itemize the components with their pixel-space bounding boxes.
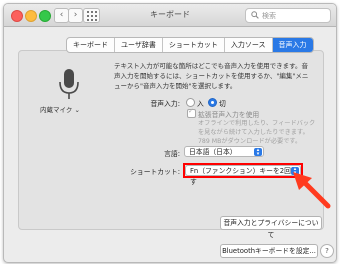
tab-input-sources[interactable]: 入力ソース [225, 38, 273, 52]
language-popup[interactable]: 日本語（日本） ▴ ▾ [184, 146, 264, 157]
tab-keyboard[interactable]: キーボード [67, 38, 115, 52]
help-button[interactable]: ? [320, 244, 334, 258]
bluetooth-keyboard-button[interactable]: Bluetoothキーボードを設定... [220, 244, 318, 258]
preferences-window: ‹ › キーボード 検索 キーボード ユーザ辞書 ショートカット 入力ソース 音… [3, 3, 337, 263]
tab-bar: キーボード ユーザ辞書 ショートカット 入力ソース 音声入力 [66, 37, 314, 53]
shortcut-label: ショートカット: [130, 168, 180, 176]
tab-shortcuts[interactable]: ショートカット [163, 38, 225, 52]
search-icon [251, 11, 259, 19]
enhanced-dictation-checkbox[interactable] [187, 107, 196, 118]
dictation-off-radio[interactable] [208, 98, 217, 107]
tab-user-dictionary[interactable]: ユーザ辞書 [115, 38, 163, 52]
microphone-selector[interactable]: 内蔵マイク ⌄ [40, 104, 80, 114]
tab-dictation[interactable]: 音声入力 [272, 38, 313, 52]
language-label: 言語: [164, 150, 180, 158]
dictation-label: 音声入力: [150, 100, 180, 108]
dictation-off-label: 切 [219, 100, 226, 108]
popup-arrows-icon: ▴▾ [254, 148, 262, 157]
enhanced-dictation-description: オフラインで利用したり、フィードバックを見ながら続けて入力したりできます。789… [198, 120, 316, 145]
enhanced-dictation-label: 拡張音声入力を使用 [198, 111, 260, 119]
microphone-label: 内蔵マイク [40, 106, 73, 114]
microphone-icon [59, 69, 79, 99]
dictation-on-label: 入 [197, 100, 204, 108]
search-field[interactable]: 検索 [245, 8, 331, 23]
title-bar: ‹ › キーボード 検索 [4, 4, 336, 27]
dictation-description: テキスト入力が可能な箇所はどこでも音声入力を使用できます。音声入力を開始するには… [114, 62, 309, 90]
red-highlight-box [183, 163, 303, 178]
privacy-button[interactable]: 音声入力とプライバシーについて [220, 216, 322, 239]
search-placeholder: 検索 [262, 12, 276, 20]
chevron-down-icon: ⌄ [74, 106, 80, 114]
dictation-on-radio[interactable] [186, 98, 195, 107]
language-value: 日本語（日本） [189, 148, 237, 156]
red-arrow-icon [293, 172, 331, 209]
